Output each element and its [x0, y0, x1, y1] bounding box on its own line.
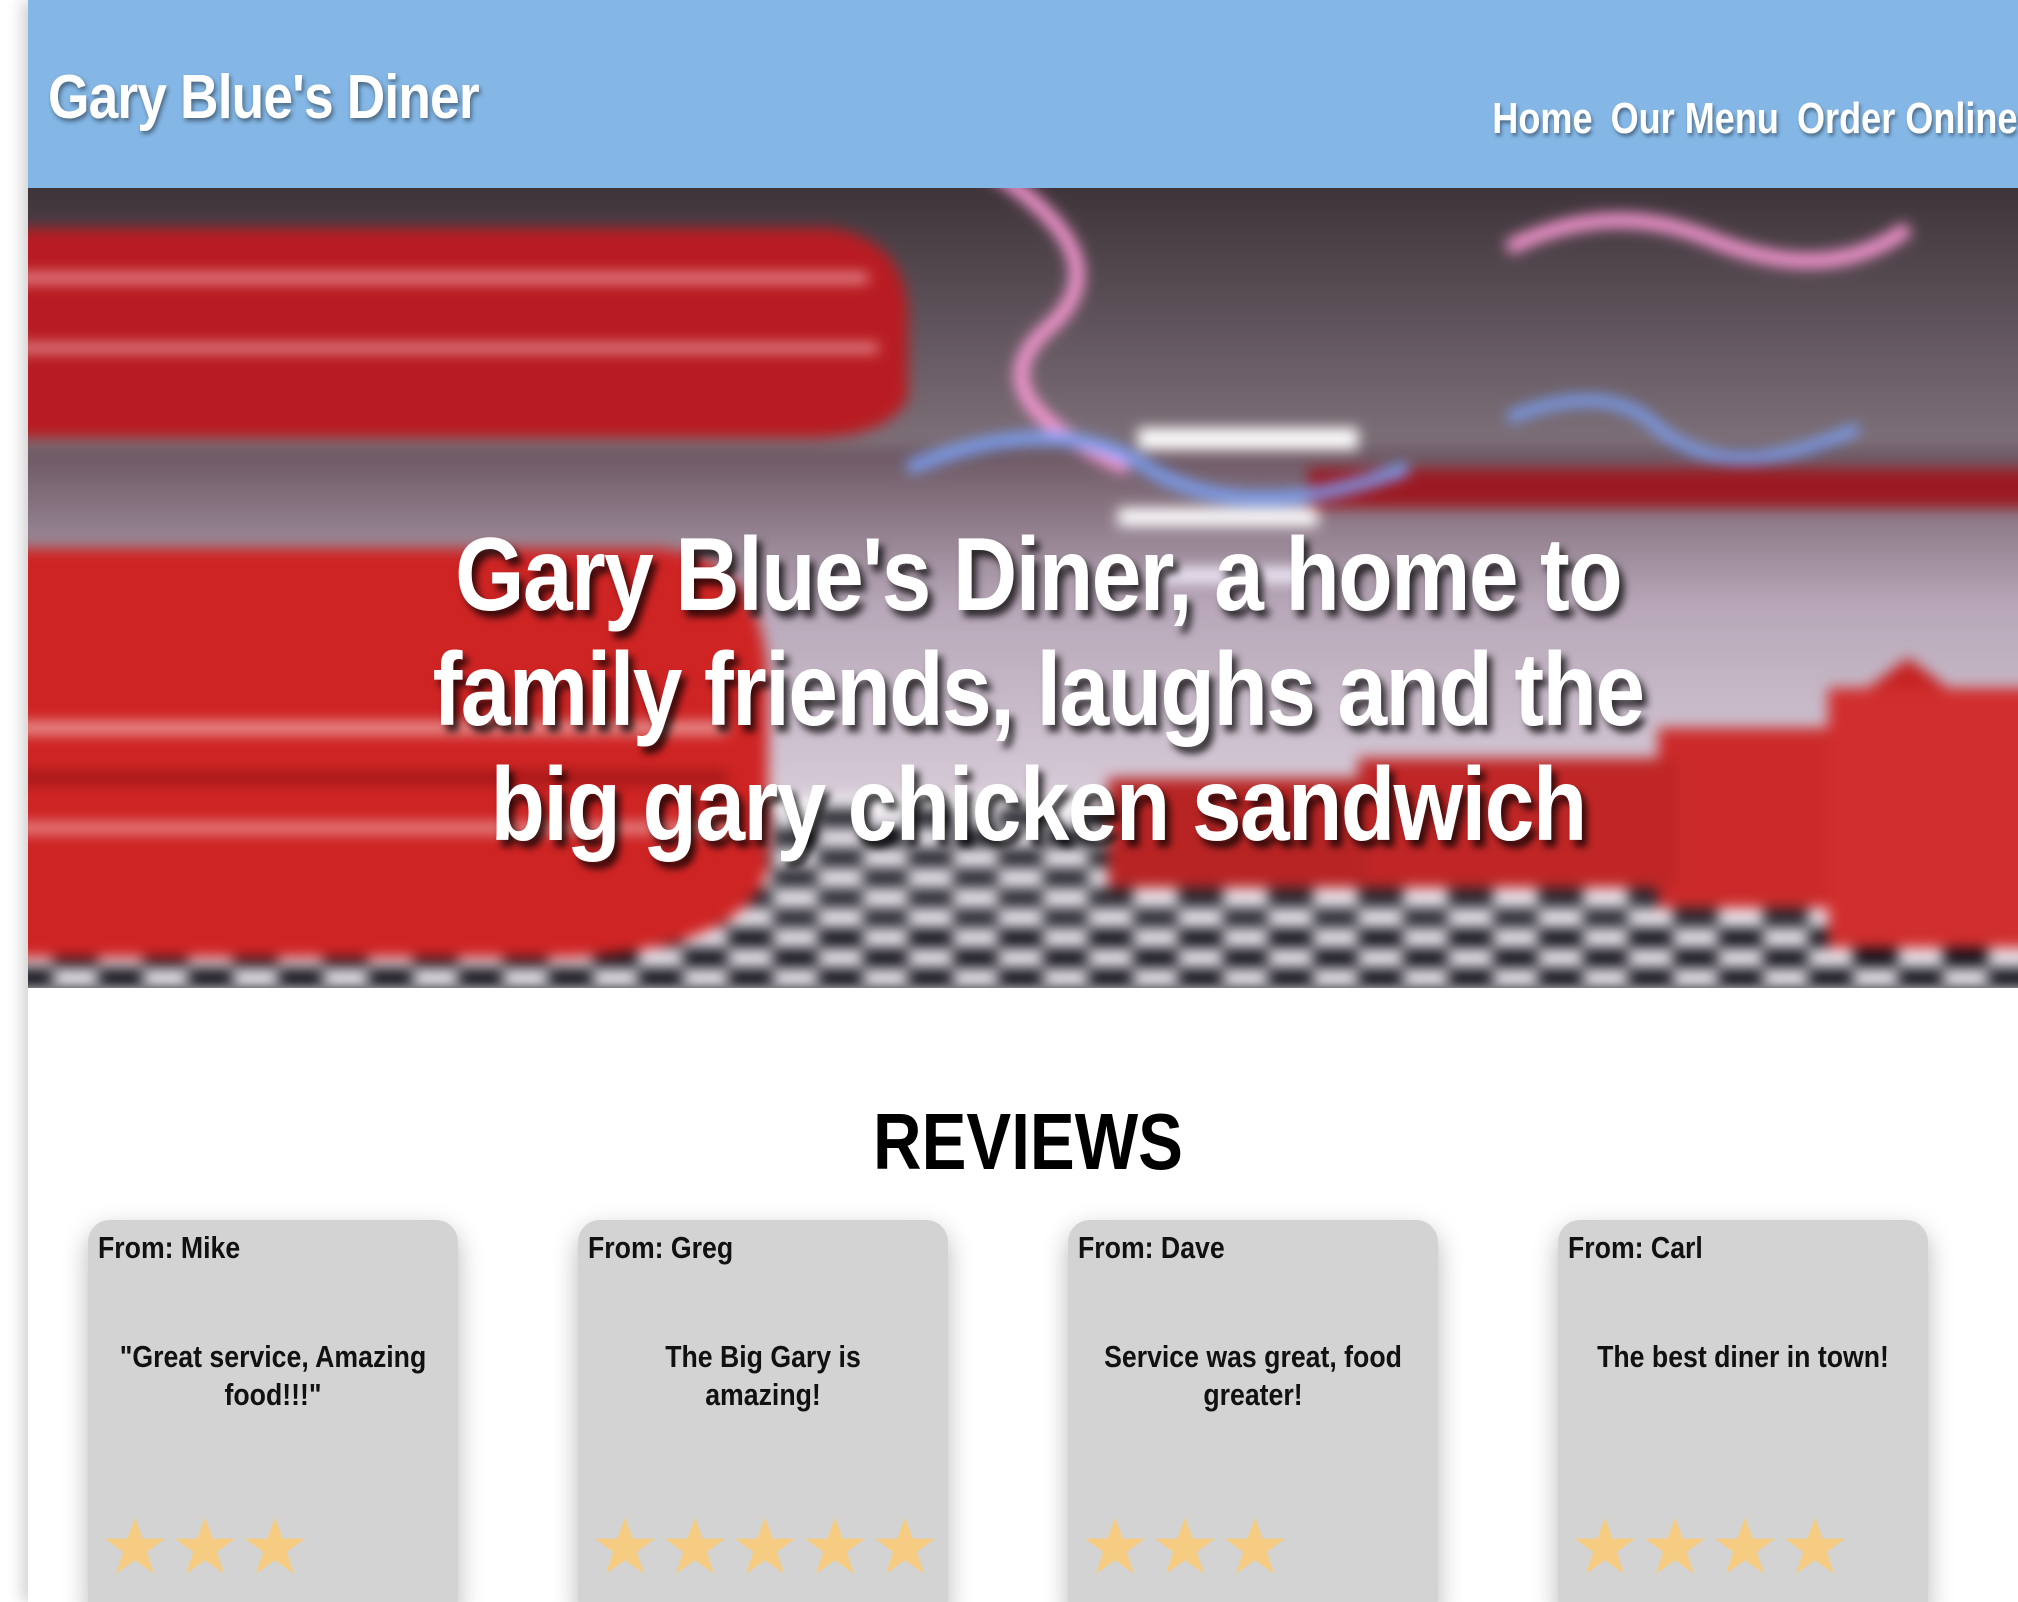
star-icon — [1784, 1517, 1846, 1574]
nav-link-home[interactable]: Home — [1493, 94, 1593, 144]
reviews-heading: REVIEWS — [873, 1097, 1183, 1187]
review-text: The best diner in town! — [1597, 1339, 1889, 1374]
hero-headline: Gary Blue's Diner, a home to family frie… — [432, 517, 1645, 863]
star-rating — [1080, 1512, 1290, 1582]
star-icon — [1644, 1517, 1706, 1574]
star-icon — [1084, 1517, 1146, 1574]
main-nav: Home Our Menu Order Online — [1493, 94, 2018, 144]
review-text: "Great service, Amazing food!!!" — [119, 1339, 427, 1412]
star-icon — [104, 1517, 166, 1574]
nav-link-our-menu[interactable]: Our Menu — [1611, 94, 1779, 144]
reviews-list: From: Mike "Great service, Amazing food!… — [88, 1220, 1988, 1602]
review-card: From: Dave Service was great, food great… — [1068, 1220, 1438, 1602]
review-card: From: Greg The Big Gary is amazing! — [578, 1220, 948, 1602]
hero-section: Gary Blue's Diner, a home to family frie… — [28, 188, 2018, 988]
left-margin — [0, 0, 28, 1602]
page: Gary Blue's Diner Home Our Menu Order On… — [28, 0, 2018, 1602]
star-rating — [1570, 1512, 1850, 1582]
star-rating — [590, 1512, 940, 1582]
review-card: From: Mike "Great service, Amazing food!… — [88, 1220, 458, 1602]
star-icon — [1154, 1517, 1216, 1574]
star-icon — [1714, 1517, 1776, 1574]
star-icon — [664, 1517, 726, 1574]
nav-link-order-online[interactable]: Order Online — [1797, 94, 2018, 144]
site-brand[interactable]: Gary Blue's Diner — [48, 62, 480, 133]
star-rating — [100, 1512, 310, 1582]
review-author: From: Greg — [588, 1230, 734, 1265]
star-icon — [244, 1517, 306, 1574]
star-icon — [804, 1517, 866, 1574]
star-icon — [1574, 1517, 1636, 1574]
review-text: The Big Gary is amazing! — [665, 1339, 861, 1412]
review-text: Service was great, food greater! — [1104, 1339, 1402, 1412]
review-author: From: Dave — [1078, 1230, 1225, 1265]
star-icon — [734, 1517, 796, 1574]
star-icon — [594, 1517, 656, 1574]
star-icon — [174, 1517, 236, 1574]
review-card: From: Carl The best diner in town! — [1558, 1220, 1928, 1602]
star-icon — [874, 1517, 936, 1574]
review-author: From: Carl — [1568, 1230, 1703, 1265]
star-icon — [1224, 1517, 1286, 1574]
site-header: Gary Blue's Diner Home Our Menu Order On… — [28, 0, 2018, 188]
review-author: From: Mike — [98, 1230, 241, 1265]
